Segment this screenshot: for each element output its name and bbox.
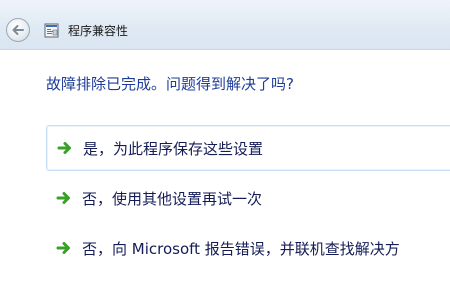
troubleshoot-question: 故障排除已完成。问题得到解决了吗? [46, 75, 294, 93]
program-compatibility-icon [44, 23, 60, 39]
compatibility-wizard-window: 程序兼容性 故障排除已完成。问题得到解决了吗? 是，为此程序保存这些设置 否，使… [0, 0, 450, 300]
option-label: 是，为此程序保存这些设置 [83, 140, 264, 158]
back-button[interactable] [6, 18, 30, 42]
green-arrow-icon [56, 240, 72, 256]
title-bar: 程序兼容性 [0, 0, 450, 50]
green-arrow-icon [57, 140, 73, 156]
option-label: 否，使用其他设置再试一次 [82, 190, 263, 208]
option-report-to-microsoft[interactable]: 否，向 Microsoft 报告错误，并联机查找解决方 [46, 226, 450, 272]
back-arrow-icon [12, 25, 24, 35]
option-label: 否，向 Microsoft 报告错误，并联机查找解决方 [82, 240, 400, 258]
window-title: 程序兼容性 [68, 24, 129, 38]
green-arrow-icon [56, 190, 72, 206]
option-save-settings[interactable]: 是，为此程序保存这些设置 [46, 125, 450, 171]
title-divider [0, 49, 450, 50]
option-try-other-settings[interactable]: 否，使用其他设置再试一次 [46, 176, 450, 222]
